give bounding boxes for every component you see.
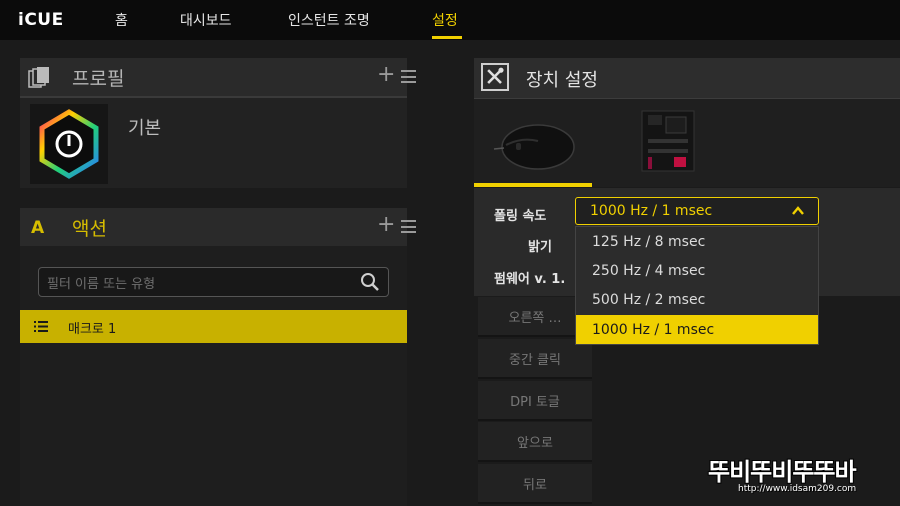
device-settings-header: 장치 설정 xyxy=(474,58,900,99)
device-settings-title: 장치 설정 xyxy=(526,70,598,91)
polling-option-1000[interactable]: 1000 Hz / 1 msec xyxy=(576,315,818,344)
top-nav-bar: iCUE 홈 대시보드 인스턴트 조명 설정 xyxy=(0,0,900,40)
nav-home[interactable]: 홈 xyxy=(115,10,128,30)
actions-a-icon: A xyxy=(31,218,45,238)
polling-option-500[interactable]: 500 Hz / 2 msec xyxy=(576,285,818,314)
profiles-menu-icon[interactable] xyxy=(401,70,416,83)
button-assignment-middle-click[interactable]: 중간 클릭 xyxy=(478,339,592,379)
nav-settings[interactable]: 설정 xyxy=(432,10,458,30)
polling-option-250[interactable]: 250 Hz / 4 msec xyxy=(576,256,818,285)
list-icon xyxy=(34,321,48,332)
polling-rate-label: 폴링 속도 xyxy=(494,209,547,224)
filter-placeholder: 필터 이름 또는 유형 xyxy=(47,277,156,292)
nav-active-indicator xyxy=(432,36,462,39)
motherboard-device-icon[interactable] xyxy=(640,109,696,173)
button-assignment-forward[interactable]: 앞으로 xyxy=(478,422,592,462)
polling-rate-selected: 1000 Hz / 1 msec xyxy=(590,203,713,219)
brightness-label: 밝기 xyxy=(528,240,552,255)
option-label: 500 Hz / 2 msec xyxy=(592,292,706,308)
profile-list: 기본 xyxy=(20,98,407,188)
button-label: DPI 토글 xyxy=(510,395,560,410)
device-selector xyxy=(474,99,900,187)
search-icon[interactable] xyxy=(360,272,380,292)
profiles-title: 프로필 xyxy=(72,68,125,90)
mouse-device-icon[interactable] xyxy=(492,119,576,175)
polling-rate-dropdown[interactable]: 1000 Hz / 1 msec xyxy=(575,197,819,225)
add-action-button[interactable]: + xyxy=(377,212,395,237)
profiles-stack-icon xyxy=(28,67,49,88)
nav-instant-lighting[interactable]: 인스턴트 조명 xyxy=(288,10,370,30)
button-label: 중간 클릭 xyxy=(509,353,561,368)
action-filter-input[interactable]: 필터 이름 또는 유형 xyxy=(38,267,389,297)
option-label: 1000 Hz / 1 msec xyxy=(592,322,715,338)
option-label: 125 Hz / 8 msec xyxy=(592,234,706,250)
watermark-url: http://www.idsam209.com xyxy=(738,484,857,494)
actions-title: 액션 xyxy=(72,218,107,240)
chevron-up-icon xyxy=(792,206,804,215)
actions-menu-icon[interactable] xyxy=(401,220,416,233)
nav-dashboard[interactable]: 대시보드 xyxy=(180,10,232,30)
action-item-macro-1[interactable]: 매크로 1 xyxy=(20,310,407,343)
add-profile-button[interactable]: + xyxy=(377,62,395,87)
button-label: 앞으로 xyxy=(517,436,553,451)
tools-icon xyxy=(481,63,509,91)
profile-hexagon-icon xyxy=(39,109,99,179)
watermark-text: 뚜비뚜비뚜뚜바 xyxy=(708,458,857,486)
device-tab-active-indicator xyxy=(474,183,592,187)
button-assignment-back[interactable]: 뒤로 xyxy=(478,464,592,504)
polling-rate-options: 125 Hz / 8 msec 250 Hz / 4 msec 500 Hz /… xyxy=(575,226,819,345)
button-assignment-dpi-toggle[interactable]: DPI 토글 xyxy=(478,381,592,421)
actions-panel-header: A 액션 + xyxy=(20,208,416,248)
svg-text:A: A xyxy=(31,218,45,238)
button-label: 뒤로 xyxy=(523,478,547,493)
macro-label: 매크로 1 xyxy=(68,322,117,337)
firmware-label: 펌웨어 v. 1. xyxy=(494,272,566,287)
option-label: 250 Hz / 4 msec xyxy=(592,263,706,279)
polling-option-125[interactable]: 125 Hz / 8 msec xyxy=(576,227,818,256)
app-logo: iCUE xyxy=(18,10,64,30)
profile-name[interactable]: 기본 xyxy=(128,114,161,140)
profiles-panel-header: 프로필 + xyxy=(20,58,416,98)
profile-item-default[interactable] xyxy=(30,104,108,184)
